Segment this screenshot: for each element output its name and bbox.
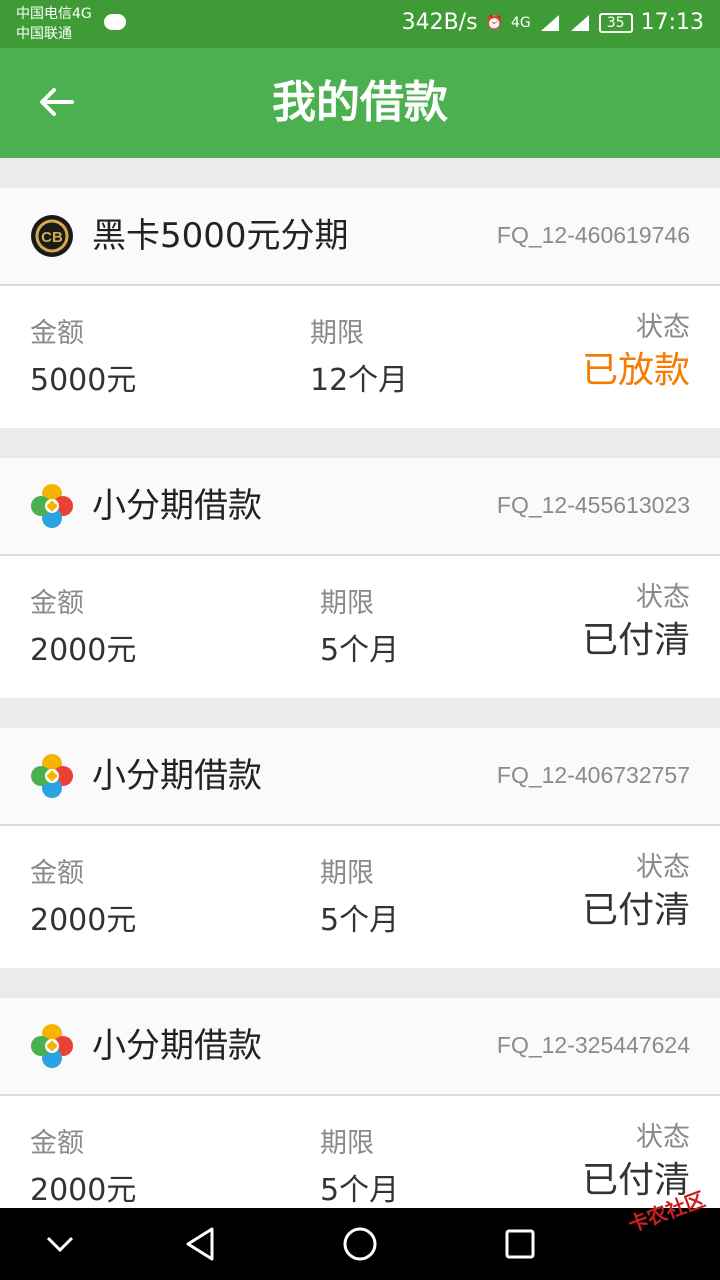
term-value: 5个月 — [320, 1173, 400, 1208]
network-speed: 342B/s — [401, 10, 478, 35]
circle-home-icon — [343, 1227, 377, 1261]
amount-column: 金额 5000元 — [30, 316, 136, 402]
term-column: 期限 5个月 — [320, 1126, 399, 1212]
colorful-flower-logo-icon — [31, 484, 73, 528]
term-column: 期限 5个月 — [320, 856, 399, 942]
loan-id: FQ_12-460619746 — [496, 222, 690, 248]
chevron-down-icon — [46, 1236, 74, 1252]
loan-card-header: 小分期借款 FQ_12-325447624 — [0, 998, 720, 1096]
term-value: 5个月 — [320, 633, 400, 668]
colorful-flower-logo-icon — [31, 1024, 73, 1068]
term-label: 期限 — [320, 588, 374, 619]
loan-card[interactable]: 小分期借款 FQ_12-406732757 金额 2000元 期限 5个月 状态… — [0, 728, 720, 968]
square-recents-icon — [505, 1229, 535, 1259]
amount-label: 金额 — [30, 858, 84, 889]
app-header: 我的借款 — [0, 48, 720, 158]
loan-list: CB 黑卡5000元分期 FQ_12-460619746 金额 5000元 期限… — [0, 188, 720, 1268]
signal-icon-2 — [570, 14, 589, 31]
status-bar: 中国电信4G 中国联通 342B/s ⏰ 4G 35 17:13 — [0, 0, 720, 48]
amount-value: 2000元 — [30, 903, 137, 938]
nav-back-button[interactable] — [180, 1226, 220, 1262]
loan-id: FQ_12-325447624 — [496, 1032, 690, 1058]
loan-card-header: 小分期借款 FQ_12-455613023 — [0, 458, 720, 556]
amount-value: 2000元 — [30, 633, 137, 668]
signal-icon — [540, 14, 559, 31]
status-column: 状态 已付清 — [582, 580, 690, 662]
status-indicators: 342B/s ⏰ 4G 35 17:13 — [402, 10, 704, 35]
colorful-flower-logo-icon — [31, 754, 73, 798]
status-column: 状态 已付清 — [582, 850, 690, 932]
black-card-logo-icon: CB — [31, 215, 73, 257]
term-value: 5个月 — [320, 903, 400, 938]
clock: 17:13 — [640, 10, 704, 35]
amount-label: 金额 — [30, 318, 84, 349]
status-column: 状态 已付清 — [582, 1120, 690, 1202]
loan-id: FQ_12-455613023 — [496, 492, 690, 518]
amount-column: 金额 2000元 — [30, 856, 136, 942]
page-title: 我的借款 — [272, 77, 448, 128]
term-label: 期限 — [320, 1128, 374, 1159]
carrier-info: 中国电信4G 中国联通 — [16, 4, 92, 44]
amount-label: 金额 — [30, 1128, 84, 1159]
amount-column: 金额 2000元 — [30, 586, 136, 672]
carrier-2: 中国联通 — [16, 26, 72, 42]
loan-card[interactable]: 小分期借款 FQ_12-325447624 金额 2000元 期限 5个月 状态… — [0, 998, 720, 1238]
amount-column: 金额 2000元 — [30, 1126, 136, 1212]
status-value: 已付清 — [581, 620, 690, 661]
loan-name: 小分期借款 — [92, 756, 262, 796]
carrier-1: 中国电信4G — [16, 6, 92, 22]
loan-card-header: CB 黑卡5000元分期 FQ_12-460619746 — [0, 188, 720, 286]
term-label: 期限 — [320, 858, 374, 889]
loan-name: 小分期借款 — [92, 1026, 262, 1066]
amount-value: 2000元 — [30, 1173, 137, 1208]
status-value: 已放款 — [581, 350, 690, 391]
network-type: 4G — [511, 14, 531, 31]
amount-label: 金额 — [30, 588, 84, 619]
status-label: 状态 — [636, 852, 690, 883]
alarm-icon: ⏰ — [485, 14, 503, 31]
term-label: 期限 — [310, 318, 364, 349]
system-nav-bar — [0, 1208, 720, 1280]
status-label: 状态 — [636, 1122, 690, 1153]
wechat-icon — [104, 14, 126, 30]
term-column: 期限 12个月 — [310, 316, 408, 402]
status-column: 状态 已放款 — [582, 310, 690, 392]
nav-recents-button[interactable] — [500, 1226, 540, 1262]
amount-value: 5000元 — [30, 363, 137, 398]
term-column: 期限 5个月 — [320, 586, 399, 672]
triangle-back-icon — [186, 1227, 214, 1261]
loan-id: FQ_12-406732757 — [496, 762, 690, 788]
loan-card[interactable]: CB 黑卡5000元分期 FQ_12-460619746 金额 5000元 期限… — [0, 188, 720, 428]
loan-card-header: 小分期借款 FQ_12-406732757 — [0, 728, 720, 826]
loan-card-body: 金额 2000元 期限 5个月 状态 已付清 — [0, 556, 720, 698]
term-value: 12个月 — [310, 363, 409, 398]
svg-text:CB: CB — [41, 229, 63, 246]
loan-card[interactable]: 小分期借款 FQ_12-455613023 金额 2000元 期限 5个月 状态… — [0, 458, 720, 698]
loan-card-body: 金额 5000元 期限 12个月 状态 已放款 — [0, 286, 720, 428]
loan-name: 小分期借款 — [92, 486, 262, 526]
battery-icon: 35 — [598, 12, 633, 33]
status-label: 状态 — [636, 312, 690, 343]
loan-name: 黑卡5000元分期 — [92, 216, 349, 256]
status-label: 状态 — [636, 582, 690, 613]
nav-collapse-button[interactable] — [40, 1226, 80, 1262]
status-value: 已付清 — [581, 890, 690, 931]
loan-card-body: 金额 2000元 期限 5个月 状态 已付清 — [0, 826, 720, 968]
nav-home-button[interactable] — [340, 1226, 380, 1262]
